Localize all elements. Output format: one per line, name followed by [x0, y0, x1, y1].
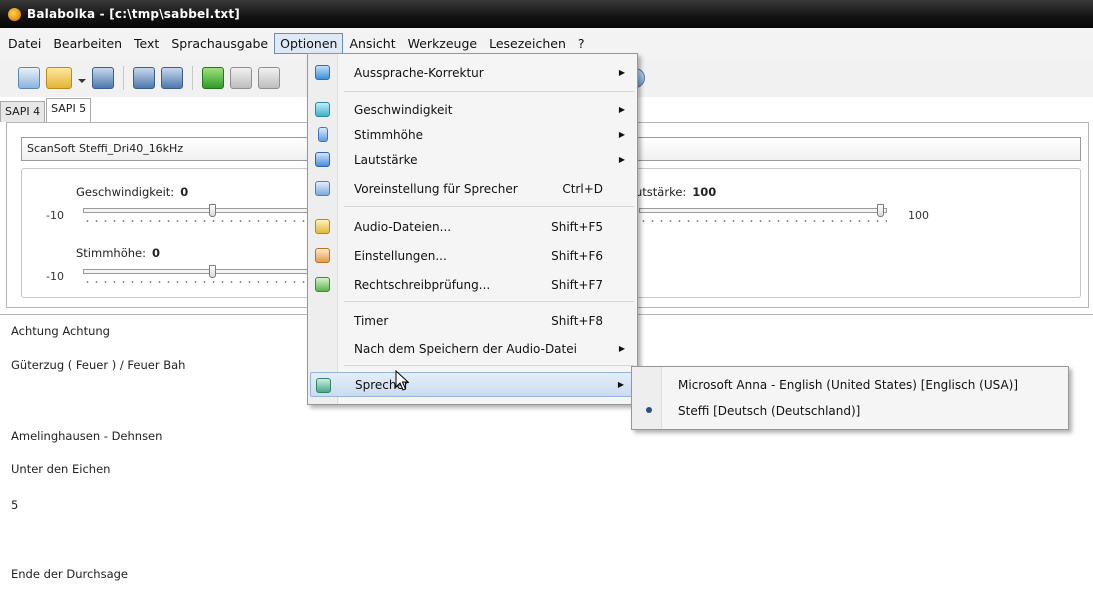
- menu-help[interactable]: ?: [572, 33, 591, 54]
- menu-bearbeiten[interactable]: Bearbeiten: [47, 33, 128, 54]
- title-bar: Balabolka - [c:\tmp\sabbel.txt]: [0, 0, 1093, 28]
- menu-werkzeuge[interactable]: Werkzeuge: [402, 33, 484, 54]
- mouse-cursor-icon: [395, 370, 409, 391]
- speed-icon: [315, 102, 330, 117]
- menu-item-rechtschreibpruefung[interactable]: Rechtschreibprüfung... Shift+F7: [310, 272, 635, 297]
- save-icon[interactable]: [92, 67, 114, 89]
- submenu-arrow-icon: ▶: [618, 155, 625, 164]
- shortcut-ctrl-d: Ctrl+D: [562, 181, 603, 196]
- audio-files-icon: [315, 219, 330, 234]
- menu-item-stimmhoehe[interactable]: Stimmhöhe ▶: [310, 122, 635, 147]
- menu-separator: [344, 91, 634, 92]
- microphone-icon: [318, 127, 328, 142]
- speaker-icon: [315, 152, 330, 167]
- pitch-slider-thumb[interactable]: [209, 265, 216, 278]
- menu-item-aussprache-korrektur[interactable]: Aussprache-Korrektur ▶: [310, 60, 635, 85]
- editor-line: Unter den Eichen: [11, 462, 111, 476]
- voice-preset-icon: [315, 181, 330, 196]
- menu-sprachausgabe[interactable]: Sprachausgabe: [165, 33, 274, 54]
- menu-item-voreinstellung[interactable]: Voreinstellung für Sprecher Ctrl+D: [310, 176, 635, 201]
- editor-line: 5: [11, 498, 19, 512]
- volume-max: 100: [908, 209, 929, 222]
- shortcut-shift-f5: Shift+F5: [551, 219, 603, 234]
- chevron-down-icon[interactable]: [78, 74, 86, 83]
- menu-item-timer[interactable]: Timer Shift+F8: [310, 308, 635, 333]
- submenu-arrow-icon: ▶: [618, 344, 625, 353]
- volume-value: 100: [692, 185, 717, 199]
- pitch-slider[interactable]: [83, 265, 323, 291]
- volume-slider-thumb[interactable]: [877, 204, 884, 217]
- settings-icon: [315, 248, 330, 263]
- spellcheck-icon: [315, 277, 330, 292]
- tab-sapi5[interactable]: SAPI 5: [46, 98, 92, 122]
- editor-line: Ende der Durchsage: [11, 567, 128, 581]
- menu-separator: [344, 365, 634, 366]
- pronunciation-icon: [315, 65, 330, 80]
- menu-datei[interactable]: Datei: [2, 33, 47, 54]
- menu-separator: [344, 301, 634, 302]
- menu-item-lautstaerke[interactable]: Lautstärke ▶: [310, 147, 635, 172]
- editor-line: Güterzug ( Feuer ) / Feuer Bah: [11, 358, 186, 372]
- radio-selected-icon: [646, 407, 652, 413]
- submenu-arrow-icon: ▶: [618, 130, 625, 139]
- new-document-icon[interactable]: [18, 67, 40, 89]
- tab-sapi4[interactable]: SAPI 4: [0, 101, 46, 122]
- menu-item-geschwindigkeit[interactable]: Geschwindigkeit ▶: [310, 97, 635, 122]
- editor-line: Amelinghausen - Dehnsen: [11, 429, 163, 443]
- sapi-tabs: SAPI 4 SAPI 5: [0, 98, 92, 122]
- menu-item-audio-dateien[interactable]: Audio-Dateien... Shift+F5: [310, 214, 635, 239]
- speed-label: Geschwindigkeit: 0: [76, 185, 189, 199]
- menu-lesezeichen[interactable]: Lesezeichen: [483, 33, 572, 54]
- play-icon[interactable]: [202, 67, 224, 89]
- shortcut-shift-f7: Shift+F7: [551, 277, 603, 292]
- submenu-arrow-icon: ▶: [618, 105, 625, 114]
- pitch-value: 0: [151, 246, 160, 260]
- speed-value: 0: [180, 185, 189, 199]
- speaker-item-steffi[interactable]: Steffi [Deutsch (Deutschland)]: [634, 398, 1066, 423]
- speed-slider[interactable]: [83, 204, 323, 230]
- pitch-label: Stimmhöhe: 0: [76, 246, 160, 260]
- volume-label: utstärke: 100: [635, 185, 717, 199]
- editor-line: Achtung Achtung: [11, 324, 110, 338]
- speed-slider-thumb[interactable]: [209, 204, 216, 217]
- submenu-arrow-icon: ▶: [617, 380, 624, 389]
- save-all-icon[interactable]: [161, 67, 183, 89]
- shortcut-shift-f6: Shift+F6: [551, 248, 603, 263]
- volume-slider[interactable]: [639, 204, 887, 230]
- save-as-icon[interactable]: [133, 67, 155, 89]
- shortcut-shift-f8: Shift+F8: [551, 313, 603, 328]
- app-icon: [8, 7, 21, 21]
- menu-item-sprecher[interactable]: Sprecher ▶: [310, 372, 635, 397]
- menu-optionen[interactable]: Optionen: [274, 33, 344, 54]
- speaker-item-microsoft-anna[interactable]: Microsoft Anna - English (United States)…: [634, 372, 1066, 397]
- speed-min: -10: [46, 209, 64, 222]
- options-menu: Aussprache-Korrektur ▶ Geschwindigkeit ▶…: [307, 53, 638, 405]
- pitch-min: -10: [46, 270, 64, 283]
- toolbar-separator: [123, 66, 124, 90]
- menu-item-nach-dem-speichern[interactable]: Nach dem Speichern der Audio-Datei ▶: [310, 336, 635, 361]
- menu-item-einstellungen[interactable]: Einstellungen... Shift+F6: [310, 243, 635, 268]
- menu-ansicht[interactable]: Ansicht: [343, 33, 401, 54]
- submenu-arrow-icon: ▶: [618, 68, 625, 77]
- menu-separator: [344, 206, 634, 207]
- toolbar-separator: [192, 66, 193, 90]
- speakers-icon: [316, 378, 331, 393]
- window-title: Balabolka - [c:\tmp\sabbel.txt]: [27, 7, 240, 21]
- pause-icon[interactable]: [230, 67, 252, 89]
- menu-text[interactable]: Text: [128, 33, 165, 54]
- stop-icon[interactable]: [258, 67, 280, 89]
- speaker-submenu: Microsoft Anna - English (United States)…: [631, 366, 1069, 430]
- open-folder-icon[interactable]: [46, 67, 72, 89]
